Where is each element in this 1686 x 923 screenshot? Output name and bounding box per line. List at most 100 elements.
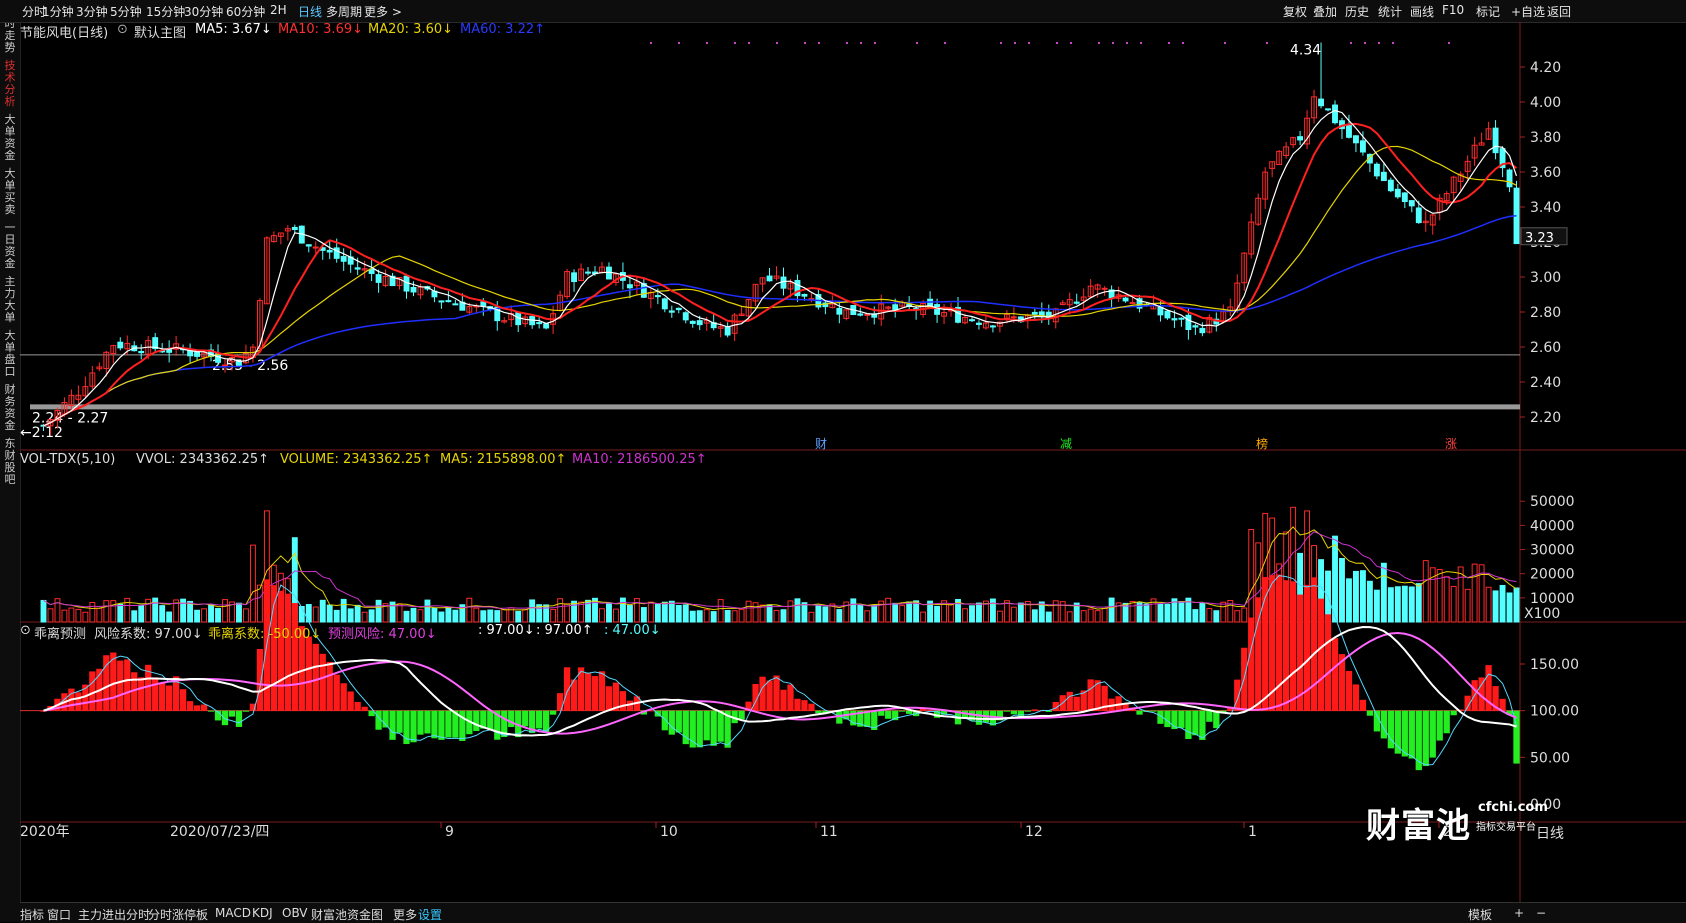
indicator-tab-8[interactable]: 更多 — [393, 906, 417, 923]
volume-bar — [347, 608, 354, 623]
indicator-tab-3[interactable]: 分时涨停板 — [148, 906, 208, 923]
deviation-bar — [1178, 710, 1185, 728]
side-tab-1[interactable]: 技术分析 — [1, 60, 19, 108]
indicator-title-icon[interactable]: ⊙ — [20, 623, 31, 638]
deviation-bar — [1066, 691, 1073, 711]
period-tab-9[interactable]: 多周期 — [326, 3, 362, 20]
volume-bar — [661, 601, 668, 623]
volume-bar — [871, 605, 878, 623]
indicator-tab-5[interactable]: KDJ — [252, 906, 273, 920]
candle — [766, 275, 773, 282]
deviation-bar — [885, 710, 892, 719]
signal-dot — [1000, 42, 1002, 44]
side-tab-6[interactable]: 大单盘口 — [1, 330, 19, 378]
volume-bar — [487, 609, 494, 623]
signal-dot — [1448, 42, 1450, 44]
deviation-bar — [508, 710, 515, 728]
vol-title: VOL-TDX(5,10) — [20, 452, 116, 467]
volume-bar — [892, 602, 899, 623]
indicator-tab-7[interactable]: 财富池资金图 — [311, 906, 383, 923]
deviation-bar — [1248, 617, 1255, 711]
volume-bar — [68, 607, 75, 623]
tool-button-0[interactable]: 复权 — [1283, 3, 1307, 20]
volume-bar — [145, 598, 152, 623]
indicator-tab-2[interactable]: 主力进出分时 — [78, 906, 150, 923]
tool-button-1[interactable]: 叠加 — [1313, 3, 1337, 20]
volume-bar — [857, 604, 864, 623]
signal-dot — [1392, 42, 1394, 44]
indicator-tab-0[interactable]: 指标 — [20, 906, 44, 923]
candle — [438, 300, 445, 303]
side-tab-2[interactable]: 大单资金 — [1, 114, 19, 162]
volume-bar — [494, 610, 501, 623]
side-tab-8[interactable]: 东财股吧 — [1, 438, 19, 486]
volume-bar — [1206, 608, 1213, 623]
indicator-title[interactable]: 乖离预测 — [34, 623, 86, 642]
volume-bar — [1353, 570, 1359, 623]
indicator-tab-9[interactable]: 设置 — [418, 906, 442, 923]
tool-button-5[interactable]: F10 — [1442, 3, 1464, 17]
signal-dot — [1168, 42, 1170, 44]
signal-dot — [748, 42, 750, 44]
period-tab-8[interactable]: 日线 — [298, 3, 322, 20]
tool-button-4[interactable]: 画线 — [1410, 3, 1434, 20]
indicator-tab-6[interactable]: OBV — [282, 906, 308, 920]
watermark-domain: cfchi.com — [1478, 800, 1548, 815]
side-tab-5[interactable]: 主力大单 — [1, 276, 19, 324]
period-tab-3[interactable]: 5分钟 — [110, 3, 142, 20]
candle — [1164, 310, 1171, 319]
period-tab-4[interactable]: 15分钟 — [146, 3, 185, 20]
period-tab-1[interactable]: 1分钟 — [42, 3, 74, 20]
candle — [480, 301, 487, 307]
side-tab-7[interactable]: 财务资金 — [1, 384, 19, 432]
volume-bar — [124, 597, 131, 623]
period-tab-5[interactable]: 30分钟 — [184, 3, 223, 20]
event-marker-3: 涨 — [1445, 436, 1457, 451]
bias-readout: 乖离系数: -50.00↓ — [208, 627, 322, 642]
risk-readout: 风险系数: 97.00↓ — [94, 627, 203, 642]
vol-tick-label: 30000 — [1530, 543, 1575, 559]
deviation-bar — [1408, 710, 1415, 759]
volume-bar — [1387, 587, 1394, 623]
period-tab-2[interactable]: 3分钟 — [76, 3, 108, 20]
candle — [1401, 192, 1408, 202]
template-icon[interactable]: ⊙ — [117, 22, 128, 37]
volume-bar — [1506, 592, 1513, 623]
template-name[interactable]: 默认主图 — [134, 22, 186, 41]
deviation-bar — [138, 677, 145, 711]
candle — [724, 326, 731, 336]
tool-button-7[interactable]: +自选 — [1511, 3, 1545, 20]
candle — [515, 312, 522, 326]
period-tab-7[interactable]: 2H — [270, 3, 287, 17]
signal-dot — [1098, 42, 1100, 44]
candle — [696, 320, 703, 326]
tool-button-3[interactable]: 统计 — [1378, 3, 1402, 20]
signal-dot — [1266, 42, 1268, 44]
period-tab-6[interactable]: 60分钟 — [226, 3, 265, 20]
tool-button-8[interactable]: 返回 — [1547, 3, 1571, 20]
tool-button-2[interactable]: 历史 — [1345, 3, 1369, 20]
tool-button-6[interactable]: 标记 — [1476, 3, 1500, 20]
deviation-bar — [787, 684, 794, 711]
candle — [780, 276, 787, 289]
signal-dot — [846, 42, 848, 44]
deviation-bar — [389, 710, 396, 740]
stock-chart-canvas[interactable]: 4.204.003.803.603.403.203.002.802.602.40… — [20, 22, 1686, 902]
deviation-bar — [1150, 710, 1157, 712]
signal-dot — [1014, 42, 1016, 44]
side-tab-4[interactable]: 一日资金 — [1, 222, 19, 270]
period-tab-10[interactable]: 更多 > — [364, 3, 402, 20]
indicator-tab-1[interactable]: 窗口 — [47, 906, 71, 923]
deviation-bar — [235, 710, 243, 727]
indicator-tab-4[interactable]: MACD — [215, 906, 251, 920]
side-tab-3[interactable]: 大单买卖 — [1, 168, 19, 216]
candle — [340, 256, 347, 262]
volume-bar — [1346, 578, 1352, 623]
bottom-tool-2[interactable]: − — [1536, 906, 1546, 920]
deviation-bar — [361, 706, 368, 711]
bottom-tool-0[interactable]: 模板 — [1468, 906, 1492, 923]
volume-bar — [1513, 587, 1520, 623]
bottom-tool-1[interactable]: + — [1514, 906, 1524, 920]
deviation-bar — [1276, 574, 1283, 711]
volume-bar — [417, 609, 424, 623]
